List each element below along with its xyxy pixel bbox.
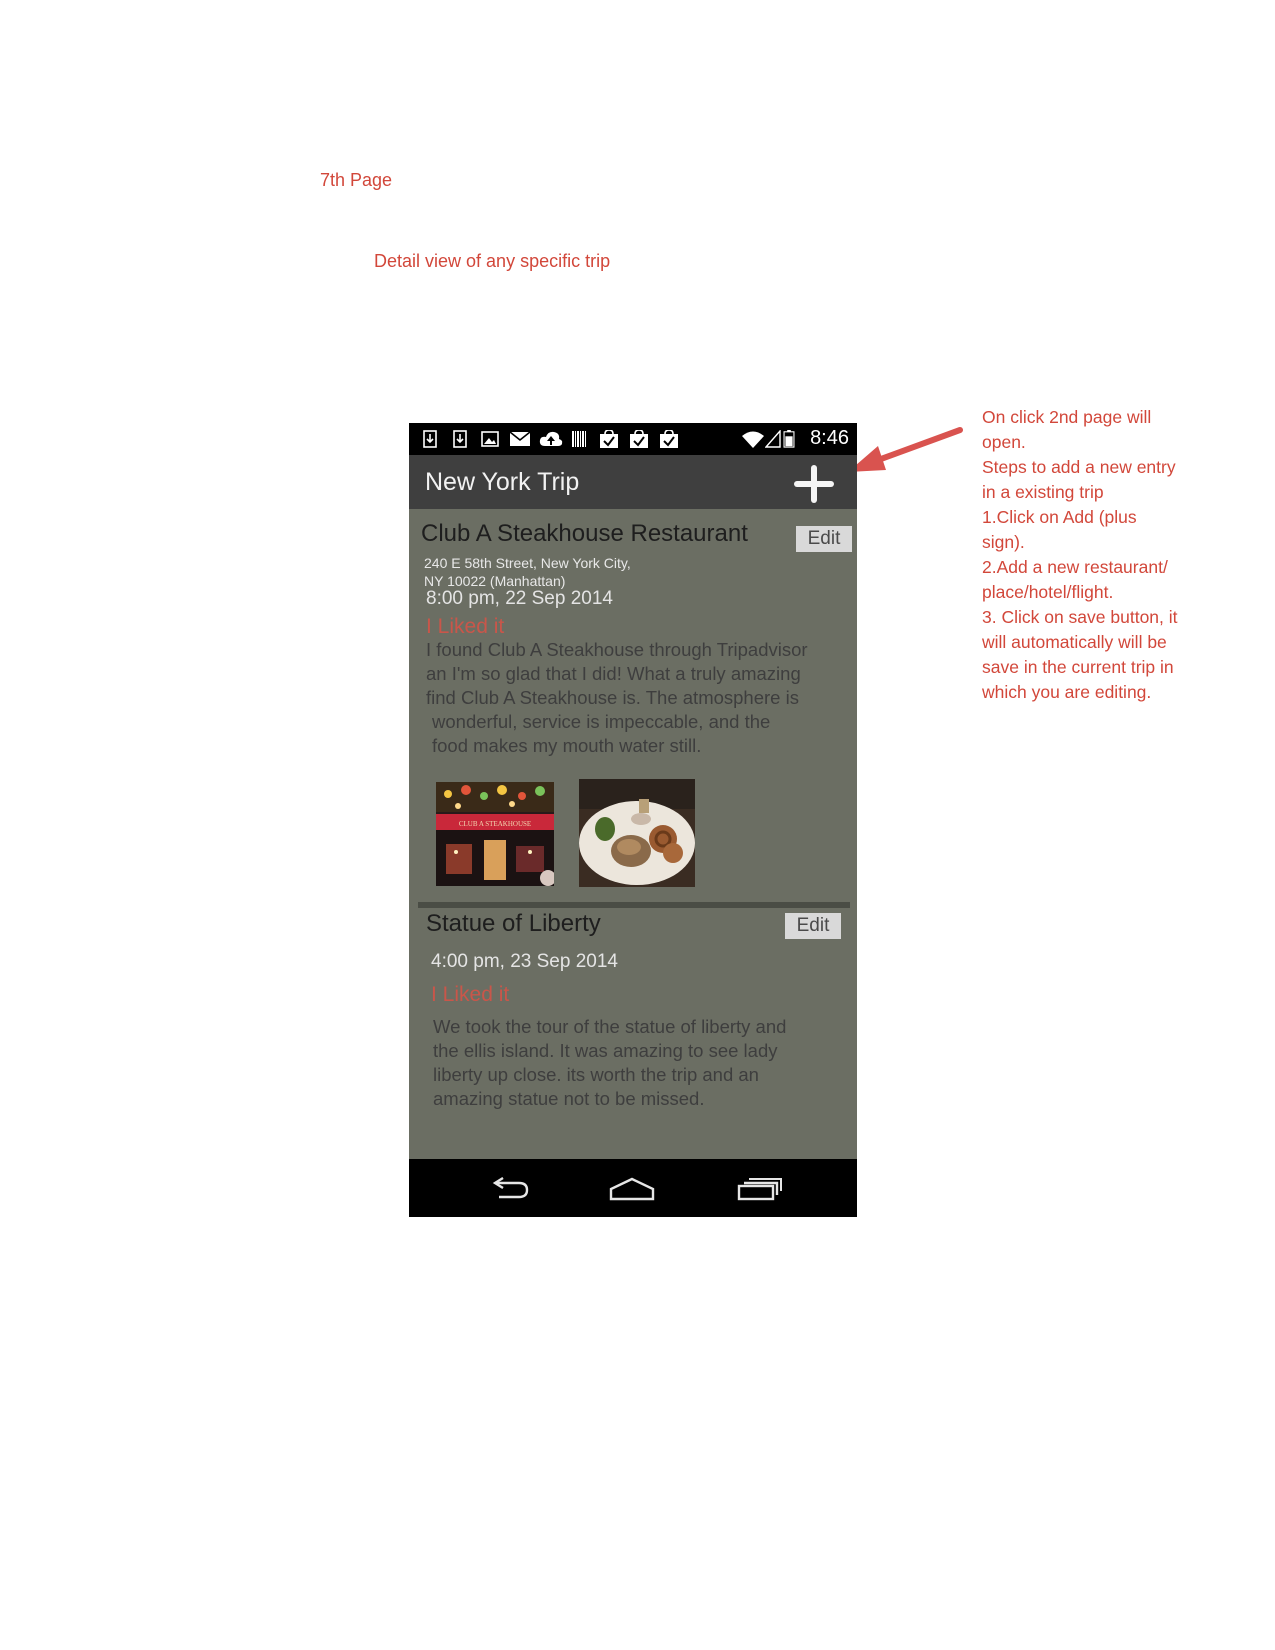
barcode-icon bbox=[572, 431, 586, 447]
page-subtitle: Detail view of any specific trip bbox=[374, 251, 611, 271]
battery-icon bbox=[783, 430, 795, 448]
annotation-line: On click 2nd page will bbox=[982, 407, 1152, 427]
status-clock: 8:46 bbox=[810, 427, 849, 449]
mail-icon bbox=[509, 431, 531, 446]
download-icon bbox=[423, 430, 437, 448]
description-line: wonderful, service is impeccable, and th… bbox=[432, 711, 771, 732]
entry-datetime: 4:00 pm, 23 Sep 2014 bbox=[431, 951, 618, 972]
home-icon[interactable] bbox=[609, 1177, 655, 1201]
liked-label: I Liked it bbox=[431, 983, 510, 1006]
bag-check-icon bbox=[600, 430, 618, 448]
cloud-upload-icon bbox=[539, 431, 563, 446]
entry-description: We took the tour of the statue of libert… bbox=[433, 1015, 786, 1111]
wifi-icon bbox=[742, 431, 764, 448]
entry-address: 240 E 58th Street, New York City, NY 100… bbox=[424, 554, 631, 590]
phone-screen: 8:46 New York Trip Club A Steakhouse Res… bbox=[409, 423, 857, 1217]
annotation-line: 1.Click on Add (plus bbox=[982, 507, 1137, 527]
bag-check-icon bbox=[660, 430, 678, 448]
status-bar: 8:46 bbox=[409, 423, 857, 455]
annotation-line: in a existing trip bbox=[982, 482, 1104, 502]
app-bar: New York Trip bbox=[409, 455, 857, 509]
edit-button[interactable]: Edit bbox=[796, 526, 852, 552]
restaurant-photo[interactable]: CLUB A STEAKHOUSE bbox=[436, 782, 554, 886]
annotation-line: will automatically will be bbox=[982, 632, 1167, 652]
annotation-line: 2.Add a new restaurant/ bbox=[982, 557, 1168, 577]
add-entry-button[interactable] bbox=[791, 465, 837, 503]
description-line: an I'm so glad that I did! What a truly … bbox=[426, 663, 801, 684]
annotation-line: sign). bbox=[982, 532, 1025, 552]
description-line: We took the tour of the statue of libert… bbox=[433, 1016, 787, 1037]
entry-divider bbox=[418, 902, 850, 908]
description-line: food makes my mouth water still. bbox=[432, 735, 702, 756]
plus-icon bbox=[794, 465, 834, 503]
sign-text: CLUB A STEAKHOUSE bbox=[459, 820, 531, 828]
edit-button[interactable]: Edit bbox=[785, 913, 841, 939]
annotation-note: On click 2nd page will open. Steps to ad… bbox=[982, 405, 1212, 705]
entry-title[interactable]: Statue of Liberty bbox=[426, 910, 601, 938]
description-line: I found Club A Steakhouse through Tripad… bbox=[426, 639, 808, 660]
bag-check-icon bbox=[630, 430, 648, 448]
annotation-line: place/hotel/flight. bbox=[982, 582, 1114, 602]
annotation-line: Steps to add a new entry bbox=[982, 457, 1176, 477]
signal-icon bbox=[765, 430, 781, 448]
recent-apps-icon[interactable] bbox=[737, 1177, 783, 1201]
annotation-line: save in the current trip in bbox=[982, 657, 1174, 677]
food-photo[interactable] bbox=[579, 779, 695, 887]
entry-title[interactable]: Club A Steakhouse Restaurant bbox=[421, 520, 748, 548]
entry-datetime: 8:00 pm, 22 Sep 2014 bbox=[426, 588, 613, 609]
back-icon[interactable] bbox=[487, 1177, 531, 1201]
image-icon bbox=[481, 431, 499, 447]
description-line: liberty up close. its worth the trip and… bbox=[433, 1064, 759, 1085]
download-icon bbox=[453, 430, 467, 448]
app-title: New York Trip bbox=[425, 468, 580, 496]
address-line: 240 E 58th Street, New York City, bbox=[424, 555, 631, 571]
annotation-line: open. bbox=[982, 432, 1026, 452]
description-line: the ellis island. It was amazing to see … bbox=[433, 1040, 778, 1061]
description-line: find Club A Steakhouse is. The atmospher… bbox=[426, 687, 799, 708]
annotation-arrow bbox=[848, 427, 963, 472]
page-label: 7th Page bbox=[320, 170, 393, 190]
annotation-line: 3. Click on save button, it bbox=[982, 607, 1178, 627]
navigation-bar bbox=[409, 1159, 857, 1217]
liked-label: I Liked it bbox=[426, 615, 505, 638]
description-line: amazing statue not to be missed. bbox=[433, 1088, 705, 1109]
entry-description: I found Club A Steakhouse through Tripad… bbox=[426, 638, 808, 758]
annotation-line: which you are editing. bbox=[982, 682, 1152, 702]
